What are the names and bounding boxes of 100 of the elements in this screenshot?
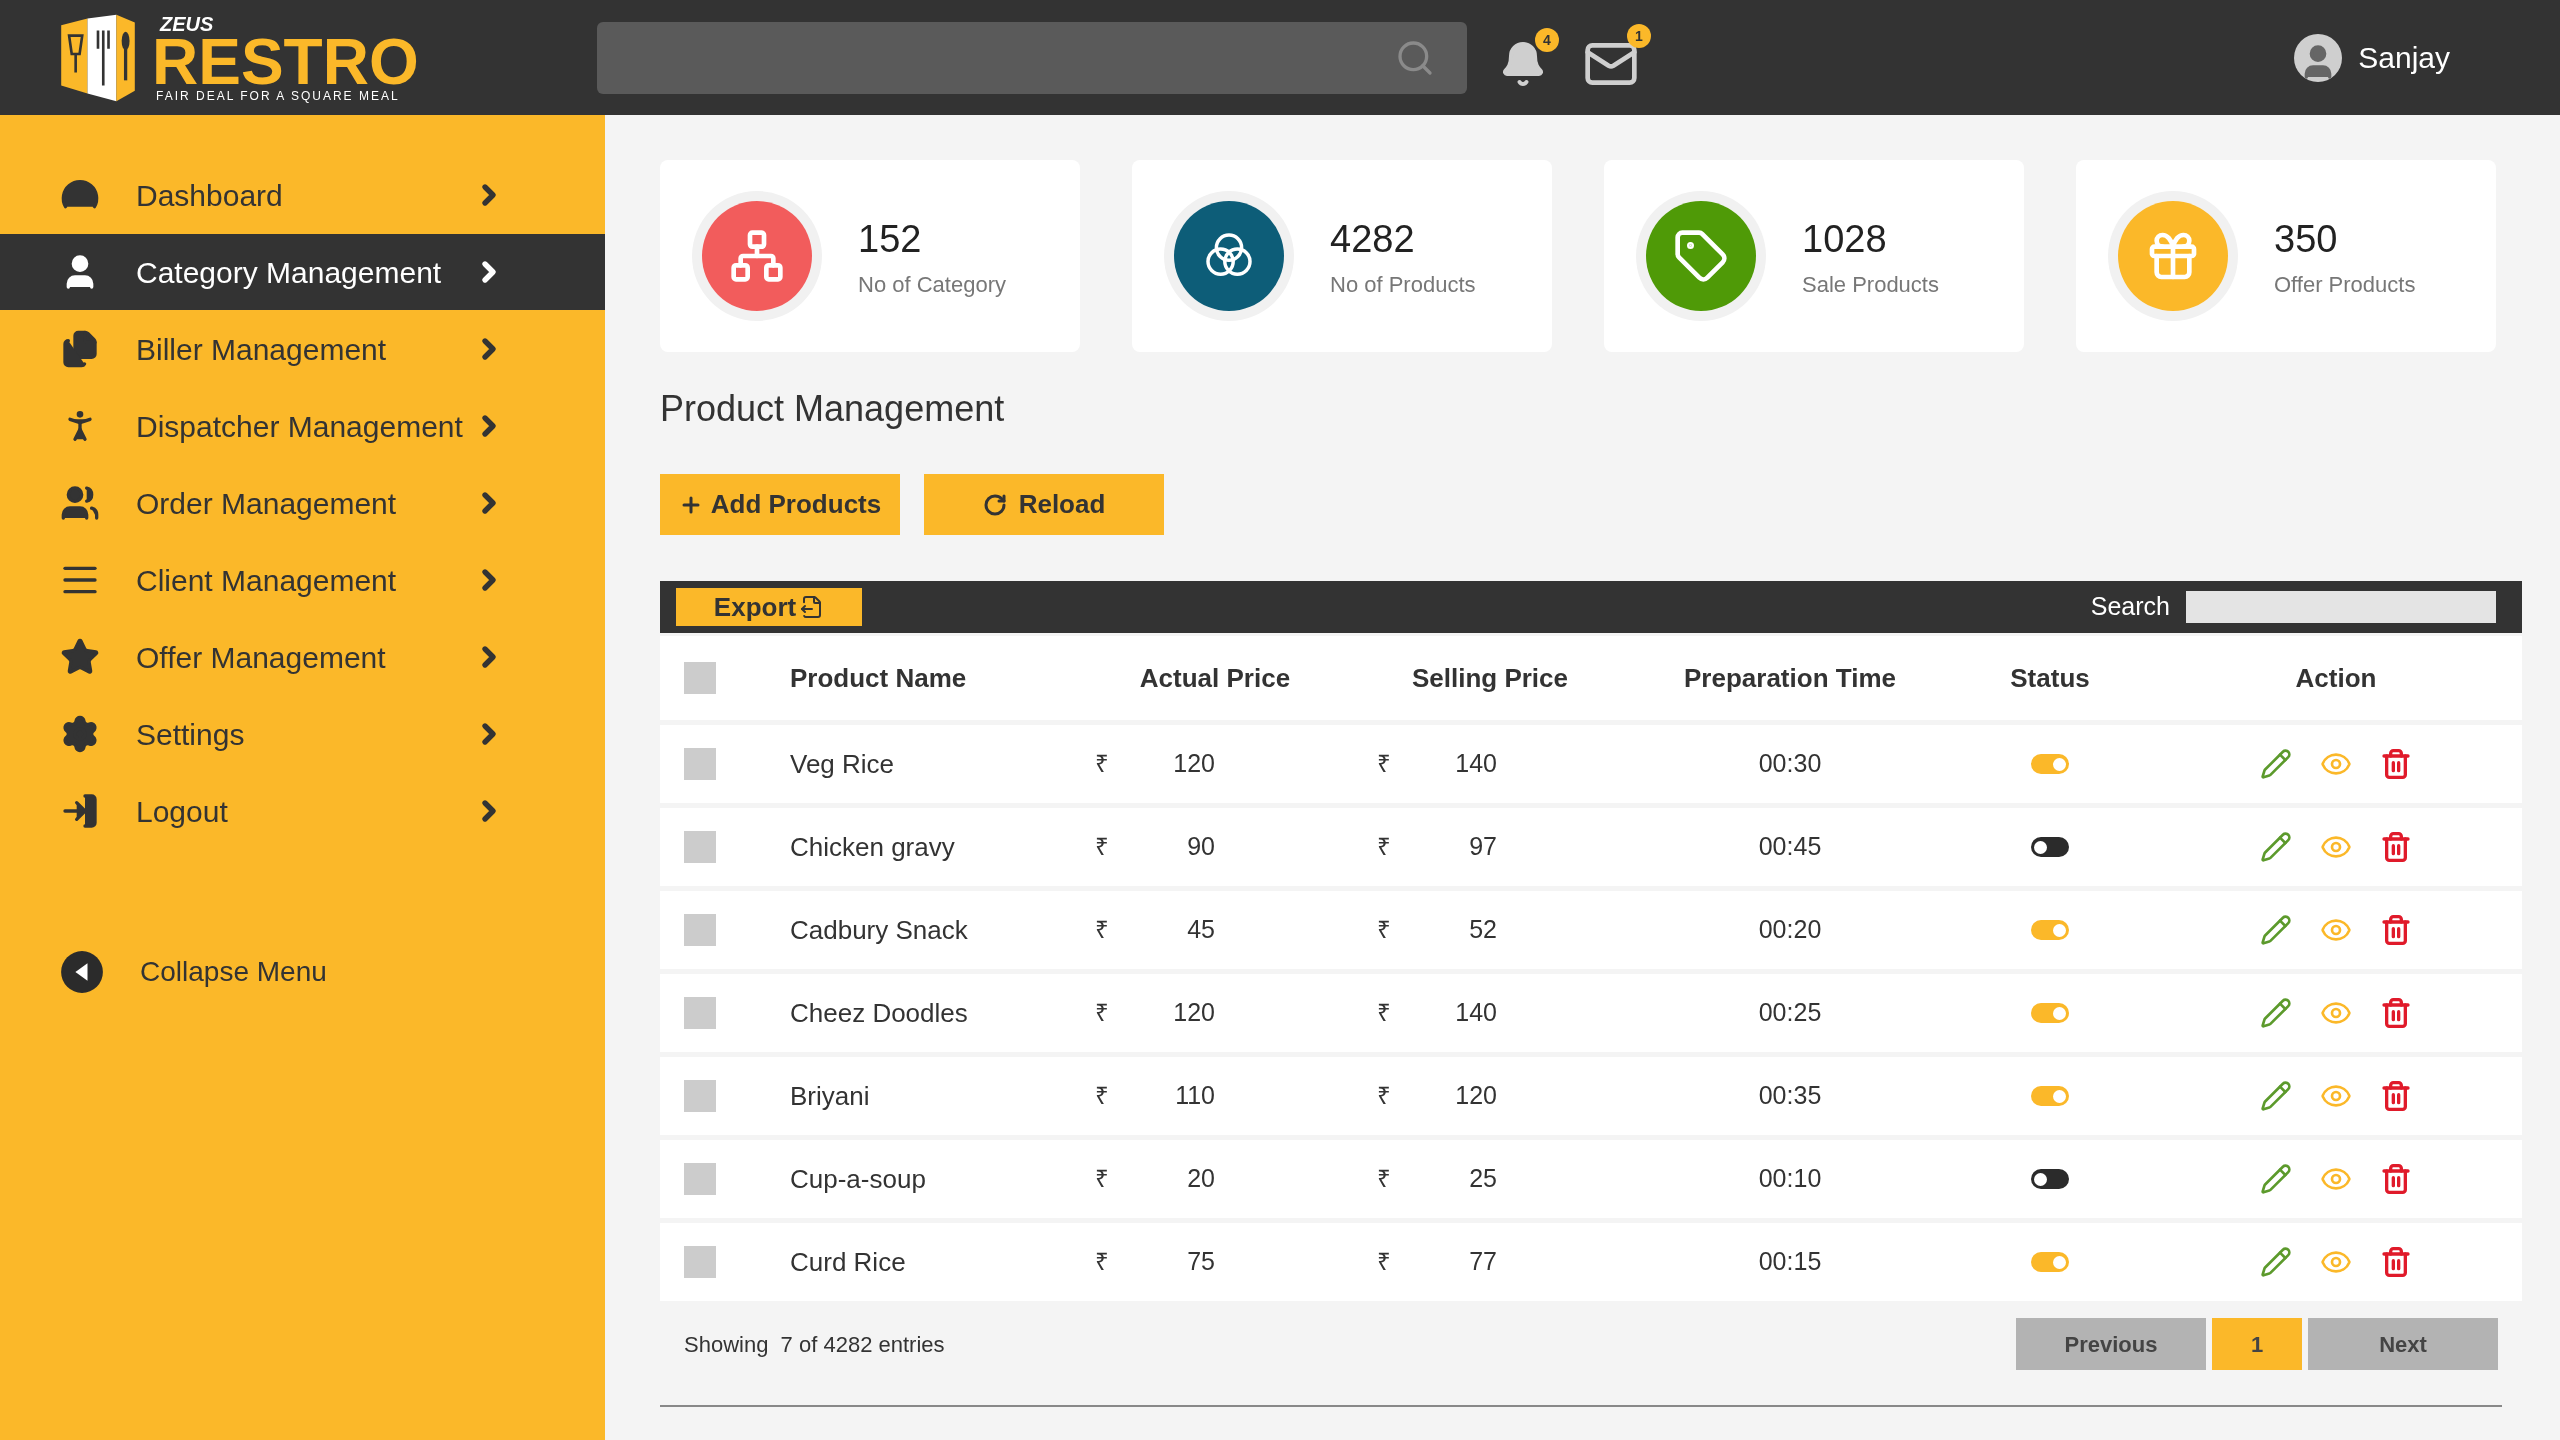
currency-symbol: ₹: [1377, 998, 1392, 1028]
actual-price-cell-text: 20: [1186, 1163, 1215, 1195]
currency-symbol: ₹: [1377, 915, 1392, 945]
actual-price-cell-text: 120: [1172, 748, 1215, 780]
edit-icon[interactable]: [2260, 1246, 2292, 1278]
row-checkbox[interactable]: [684, 997, 716, 1029]
logo-name: RESTRO: [152, 33, 419, 90]
stat-value: 1028: [1802, 217, 1888, 262]
sidebar-item[interactable]: Dashboard: [0, 157, 605, 233]
actual-price-cell-text: 120: [1172, 997, 1215, 1029]
delete-icon[interactable]: [2380, 997, 2412, 1029]
currency-symbol: ₹: [1377, 1081, 1392, 1111]
row-checkbox[interactable]: [684, 1246, 716, 1278]
column-header: Action: [2295, 661, 2377, 695]
selling-price-cell-text: 97: [1468, 831, 1497, 863]
sidebar-item[interactable]: Order Management: [0, 465, 605, 541]
status-toggle[interactable]: [2031, 1003, 2069, 1023]
add-products-button[interactable]: Add Products: [660, 474, 900, 535]
preparation-time-cell-text: 00:35: [1758, 1080, 1822, 1112]
currency-symbol: ₹: [1377, 1247, 1392, 1277]
product-name-cell-text: Cadbury Snack: [790, 913, 969, 947]
delete-icon[interactable]: [2380, 831, 2412, 863]
stat-label: Offer Products: [2274, 271, 2416, 299]
export-button[interactable]: Export: [676, 588, 862, 626]
currency-symbol: ₹: [1095, 998, 1110, 1028]
status-toggle[interactable]: [2031, 1252, 2069, 1272]
sidebar-item[interactable]: Logout: [0, 773, 605, 849]
reload-button[interactable]: Reload: [924, 474, 1164, 535]
user-name[interactable]: Sanjay: [2358, 35, 2450, 80]
actual-price-cell-text: 75: [1186, 1246, 1215, 1278]
column-header: Selling Price: [1411, 661, 1569, 695]
edit-icon[interactable]: [2260, 997, 2292, 1029]
sidebar-item[interactable]: Client Management: [0, 542, 605, 618]
next-button[interactable]: Next: [2308, 1318, 2498, 1370]
preparation-time-cell-text: 00:45: [1758, 831, 1822, 863]
messages-badge: 1: [1627, 23, 1651, 48]
edit-icon[interactable]: [2260, 914, 2292, 946]
preparation-time-cell-text: 00:10: [1758, 1163, 1822, 1195]
sidebar-item[interactable]: Dispatcher Management: [0, 388, 605, 464]
delete-icon[interactable]: [2380, 748, 2412, 780]
product-name-cell-text: Briyani: [790, 1079, 871, 1113]
column-header: Actual Price: [1139, 661, 1291, 695]
sidebar-item[interactable]: Settings: [0, 696, 605, 772]
currency-symbol: ₹: [1377, 832, 1392, 862]
selling-price-cell-text: 77: [1468, 1246, 1497, 1278]
currency-symbol: ₹: [1095, 832, 1110, 862]
hierarchy-icon: [729, 228, 785, 284]
page-button[interactable]: 1: [2212, 1318, 2302, 1370]
status-toggle[interactable]: [2031, 1086, 2069, 1106]
currency-symbol: ₹: [1095, 749, 1110, 779]
selling-price-cell-text: 140: [1454, 997, 1497, 1029]
product-name-cell-text: Chicken gravy: [790, 830, 956, 864]
column-header: Status: [2010, 661, 2090, 695]
currency-symbol: ₹: [1095, 915, 1110, 945]
row-checkbox[interactable]: [684, 1080, 716, 1112]
delete-icon[interactable]: [2380, 1163, 2412, 1195]
delete-icon[interactable]: [2380, 914, 2412, 946]
row-checkbox[interactable]: [684, 831, 716, 863]
row-checkbox[interactable]: [684, 1163, 716, 1195]
sidebar-item[interactable]: Offer Management: [0, 619, 605, 695]
actual-price-cell-text: 110: [1174, 1080, 1215, 1112]
column-header: Preparation Time: [1684, 661, 1896, 695]
back-circle-icon: [60, 950, 104, 994]
actual-price-cell-text: 90: [1186, 831, 1215, 863]
edit-icon[interactable]: [2260, 1163, 2292, 1195]
edit-icon[interactable]: [2260, 831, 2292, 863]
page-title: Product Management: [660, 387, 1006, 431]
delete-icon[interactable]: [2380, 1246, 2412, 1278]
people-icon: [60, 483, 100, 523]
stat-value: 152: [858, 217, 923, 262]
selling-price-cell-text: 52: [1468, 914, 1497, 946]
row-checkbox[interactable]: [684, 748, 716, 780]
collapse-menu-button[interactable]: Collapse Menu: [0, 950, 605, 994]
currency-symbol: ₹: [1377, 1164, 1392, 1194]
sidebar-item[interactable]: Biller Management: [0, 311, 605, 387]
previous-button[interactable]: Previous: [2016, 1318, 2206, 1370]
status-toggle[interactable]: [2031, 837, 2069, 857]
product-name-cell-text: Curd Rice: [790, 1245, 907, 1279]
delete-icon[interactable]: [2380, 1080, 2412, 1112]
edit-icon[interactable]: [2260, 1080, 2292, 1112]
stat-value: 350: [2274, 217, 2339, 262]
edit-icon[interactable]: [2260, 748, 2292, 780]
select-all-checkbox[interactable]: [684, 662, 716, 694]
preparation-time-cell-text: 00:20: [1758, 914, 1822, 946]
row-checkbox[interactable]: [684, 914, 716, 946]
status-toggle[interactable]: [2031, 920, 2069, 940]
status-toggle[interactable]: [2031, 1169, 2069, 1189]
tag-icon: [1673, 228, 1729, 284]
notification-button[interactable]: 4: [1499, 27, 1559, 88]
table-search-field[interactable]: [2186, 591, 2496, 623]
search-field[interactable]: [597, 21, 1467, 94]
stat-label: No of Products: [1330, 271, 1476, 299]
messages-button[interactable]: 1: [1583, 23, 1651, 92]
product-name-cell-text: Cheez Doodles: [790, 996, 969, 1030]
currency-symbol: ₹: [1377, 749, 1392, 779]
currency-symbol: ₹: [1095, 1081, 1110, 1111]
status-toggle[interactable]: [2031, 754, 2069, 774]
selling-price-cell-text: 25: [1468, 1163, 1497, 1195]
sidebar-item[interactable]: Category Management: [0, 234, 605, 310]
column-header: Product Name: [790, 661, 968, 695]
